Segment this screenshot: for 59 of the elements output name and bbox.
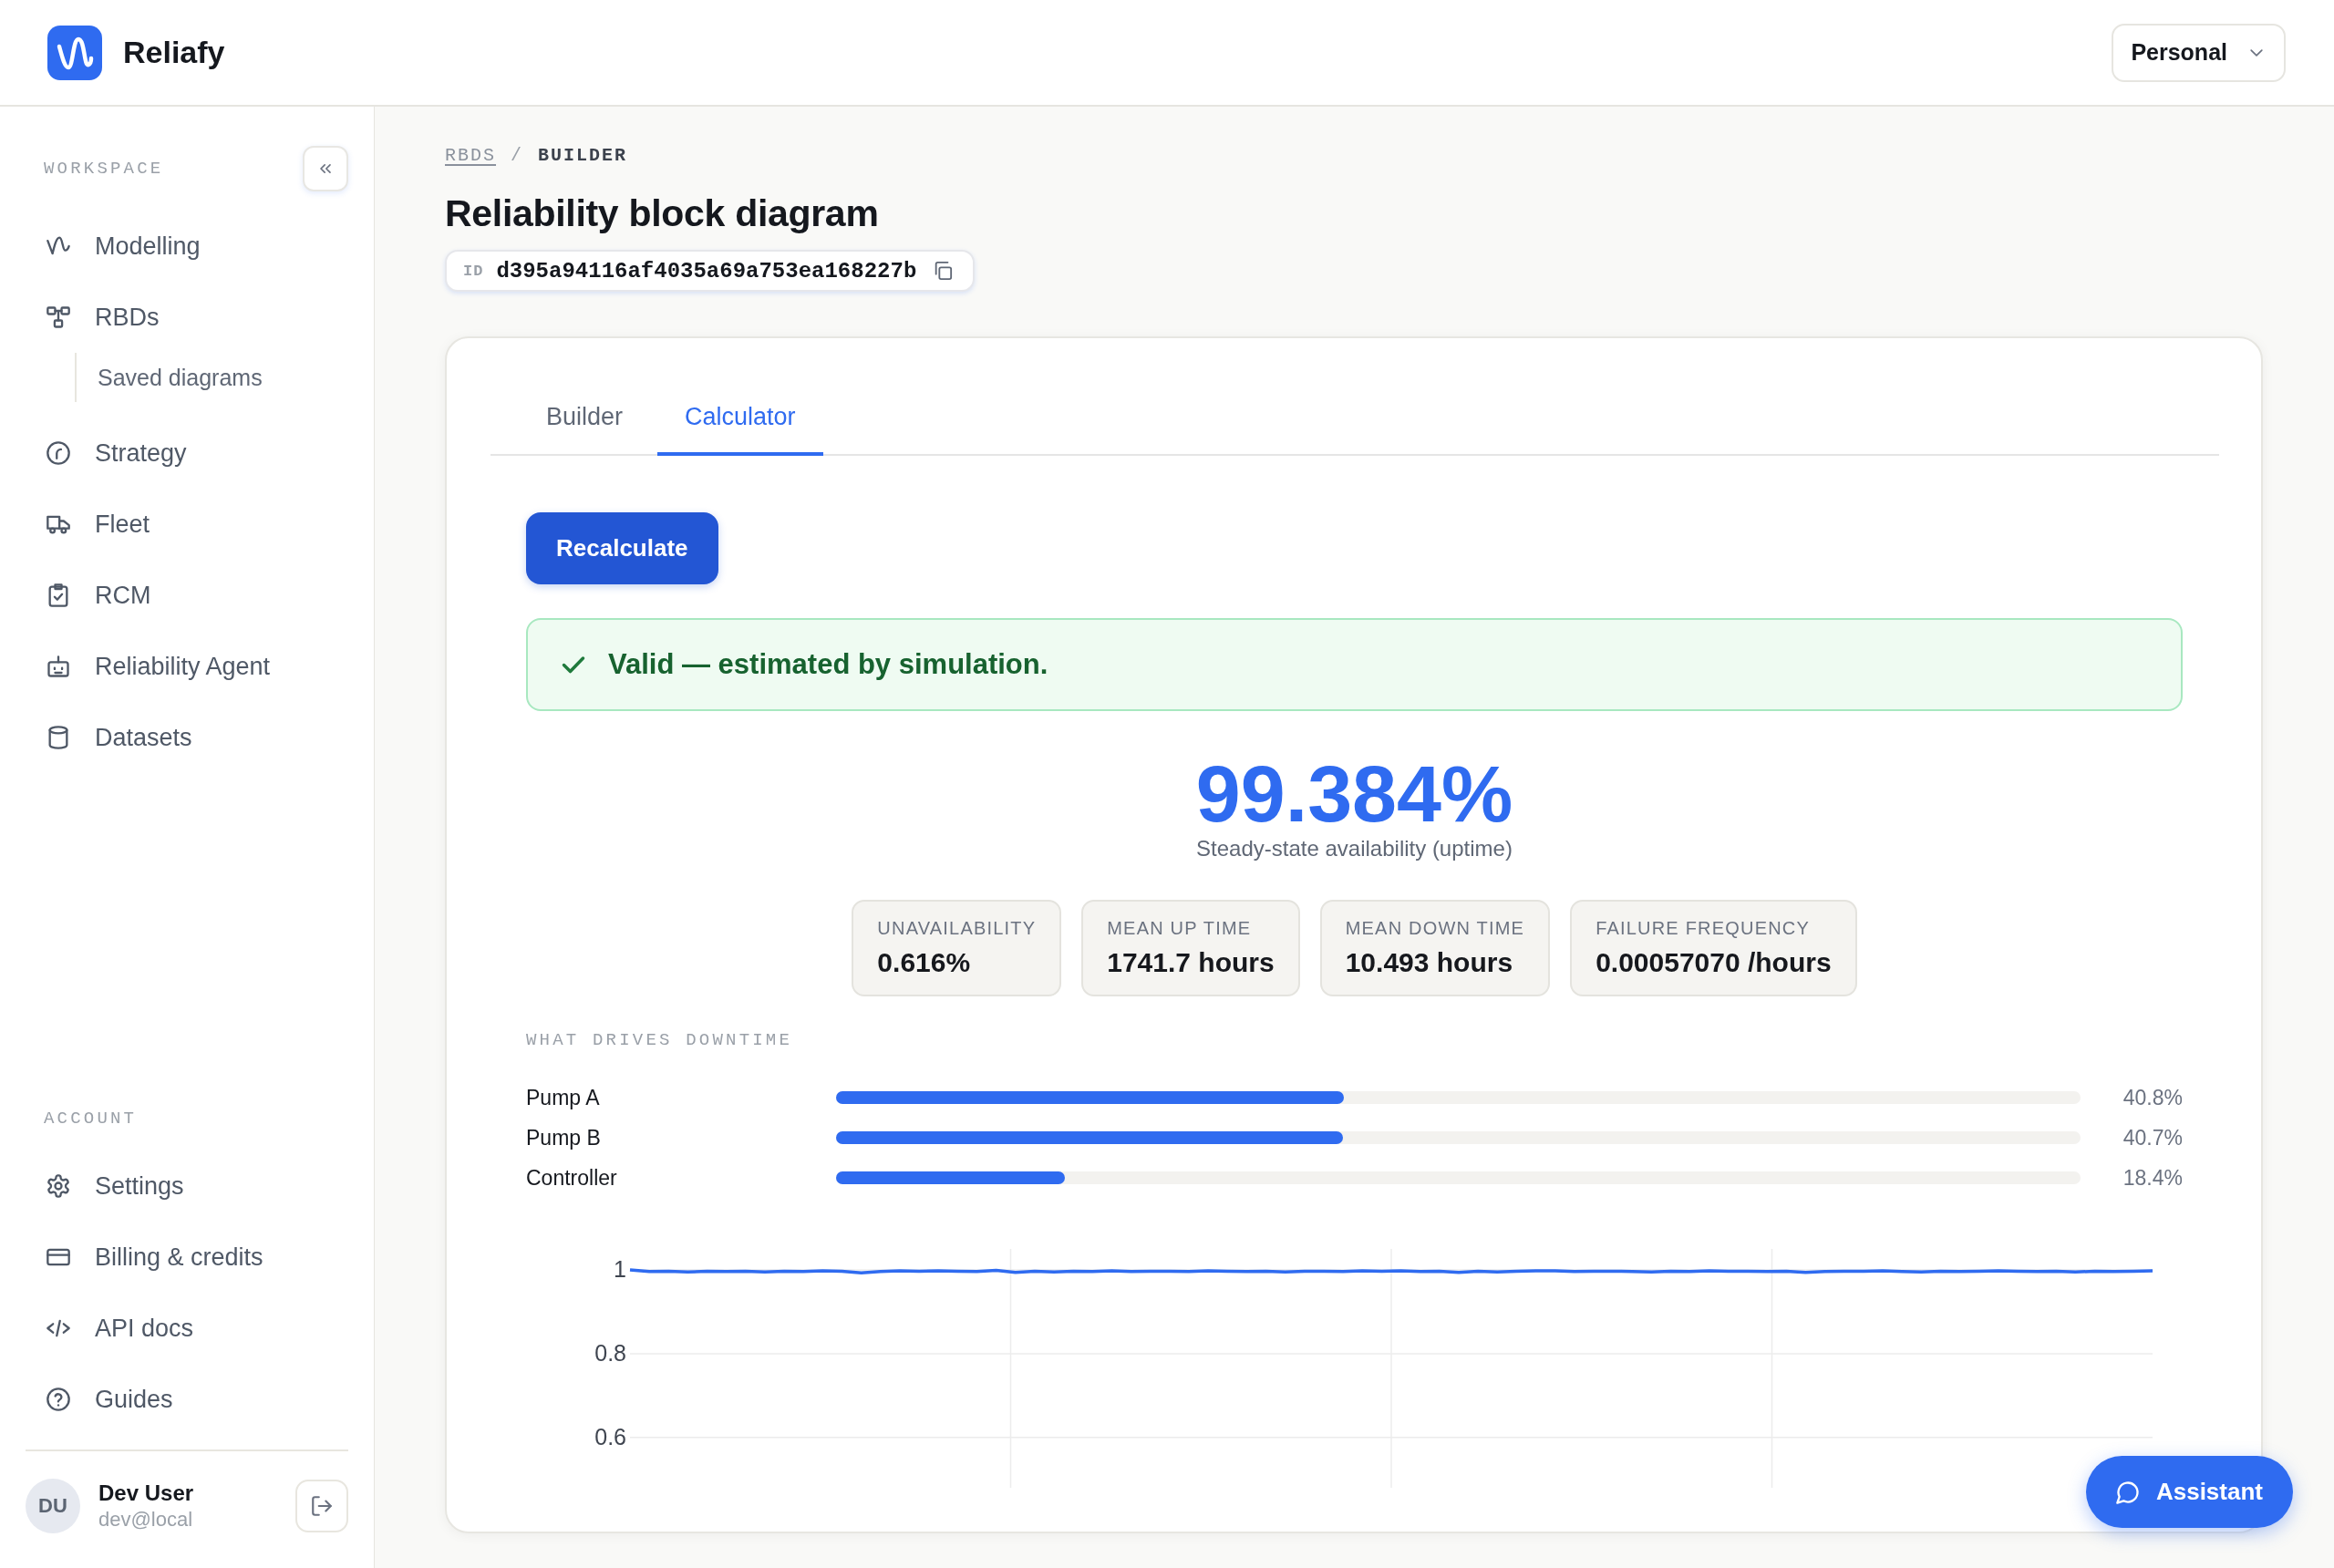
- nav-item[interactable]: Fleet: [26, 489, 348, 560]
- availability-caption: Steady-state availability (uptime): [1196, 835, 1513, 862]
- nav-item[interactable]: Strategy: [26, 418, 348, 489]
- user-avatar: DU: [26, 1479, 80, 1533]
- metric-value: 1741.7 hours: [1107, 946, 1275, 979]
- id-value: d395a94116af4035a69a753ea168227b: [496, 258, 917, 284]
- nav-item[interactable]: RCM: [26, 560, 348, 631]
- driver-percentage: 40.8%: [2122, 1085, 2183, 1110]
- breadcrumb-separator: /: [511, 145, 524, 167]
- wave-logo-icon: [47, 25, 102, 80]
- settings-icon: [46, 1173, 71, 1199]
- section-label: ACCOUNT: [44, 1109, 138, 1129]
- section-heading: WHAT DRIVES DOWNTIME: [526, 1029, 793, 1051]
- nav-item[interactable]: Settings: [26, 1150, 348, 1222]
- nav-subitem[interactable]: Saved diagrams: [77, 353, 263, 402]
- nav-item[interactable]: API docs: [26, 1293, 348, 1364]
- help-icon: [46, 1387, 71, 1412]
- recalculate-button[interactable]: Recalculate: [526, 512, 718, 584]
- nav-item[interactable]: Datasets: [26, 702, 348, 773]
- axis-tick-label: 0.8: [594, 1339, 626, 1366]
- nav-item[interactable]: Billing & credits: [26, 1222, 348, 1293]
- page-title: Reliability block diagram: [445, 191, 879, 236]
- axis-tick-label: 0.6: [594, 1423, 626, 1449]
- tab[interactable]: Calculator: [657, 382, 823, 456]
- availability-value: 99.384%: [1195, 754, 1513, 834]
- nav-item[interactable]: RBDs: [26, 282, 348, 353]
- breadcrumb-current: BUILDER: [538, 145, 628, 167]
- logout-button[interactable]: [295, 1480, 348, 1532]
- assistant-button[interactable]: Assistant: [2085, 1456, 2293, 1528]
- driver-percentage: 40.7%: [2122, 1125, 2183, 1150]
- gauge-icon: [46, 440, 71, 466]
- user-email: dev@local: [98, 1508, 193, 1532]
- metric-label: MEAN DOWN TIME: [1345, 917, 1525, 939]
- id-label: ID: [463, 262, 484, 280]
- copy-icon[interactable]: [933, 261, 954, 281]
- chat-bubble-icon: [2114, 1479, 2141, 1505]
- metric-value: 0.00057070 /hours: [1596, 946, 1832, 979]
- metric-value: 0.616%: [877, 946, 971, 979]
- axis-tick-label: 1: [614, 1256, 626, 1282]
- metric-label: MEAN UP TIME: [1107, 917, 1252, 939]
- status-message: Valid — estimated by simulation.: [608, 648, 1048, 681]
- driver-name: Pump A: [526, 1085, 600, 1110]
- driver-name: Pump B: [526, 1125, 601, 1150]
- driver-percentage: 18.4%: [2122, 1165, 2183, 1191]
- workspace-dropdown[interactable]: Personal: [2112, 23, 2286, 82]
- nav-item[interactable]: Modelling: [26, 211, 348, 282]
- metric-value: 10.493 hours: [1345, 946, 1513, 979]
- driver-name: Controller: [526, 1165, 617, 1191]
- nav-item[interactable]: Reliability Agent: [26, 631, 348, 702]
- app-name: Reliafy: [123, 35, 225, 70]
- tab[interactable]: Builder: [519, 382, 651, 456]
- section-label: WORKSPACE: [44, 159, 164, 179]
- robot-icon: [46, 654, 71, 679]
- diagram-icon: [46, 304, 71, 330]
- logout-icon: [310, 1494, 334, 1518]
- metric-label: UNAVAILABILITY: [877, 917, 1037, 939]
- metric-label: FAILURE FREQUENCY: [1596, 917, 1810, 939]
- user-name: Dev User: [98, 1480, 194, 1506]
- nav-item[interactable]: Guides: [26, 1364, 348, 1435]
